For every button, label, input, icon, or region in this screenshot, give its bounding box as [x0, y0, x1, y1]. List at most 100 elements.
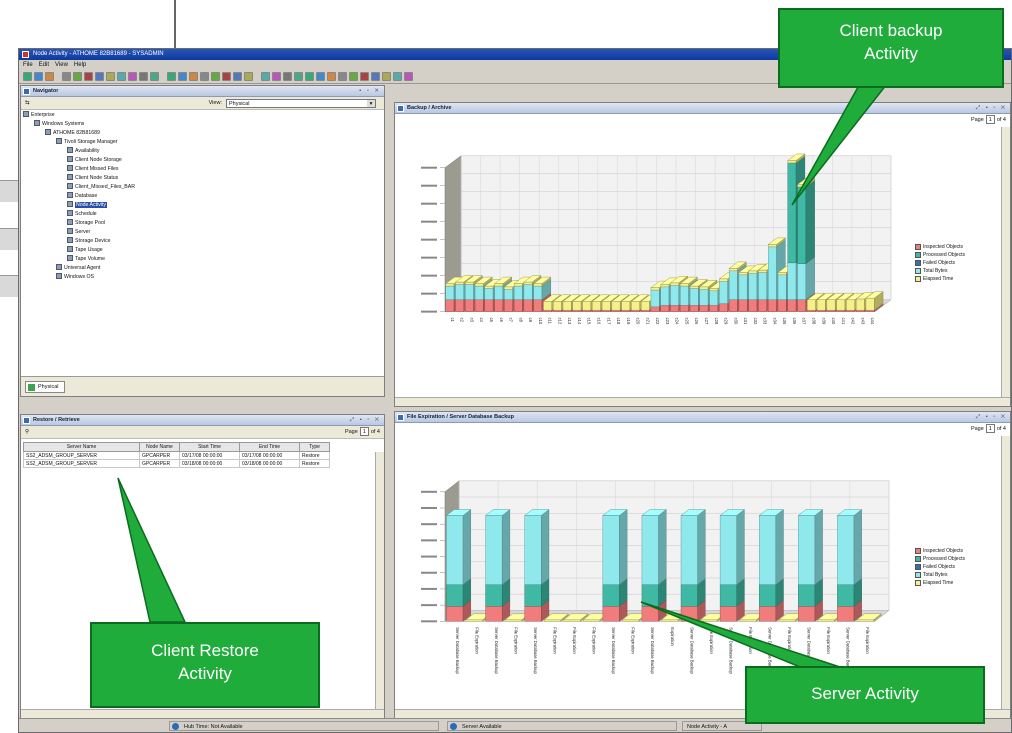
bar-segment	[797, 299, 807, 312]
bar-segment	[798, 515, 816, 585]
bg-strip	[0, 180, 18, 202]
server-callout-text: Server Activity	[811, 684, 919, 703]
column-header[interactable]: Start Time	[179, 442, 240, 452]
sync-icon[interactable]: ⇆	[25, 100, 30, 106]
tree-node[interactable]: Availability	[23, 147, 382, 156]
page-input[interactable]: 1	[985, 424, 995, 433]
pane-controls[interactable]: ▪ ▫ ✕	[359, 86, 381, 97]
toolbar-button[interactable]	[349, 72, 358, 81]
toolbar-button[interactable]	[189, 72, 198, 81]
navigator-header: Navigator ▪ ▫ ✕	[21, 86, 384, 97]
menu-file[interactable]: File	[23, 60, 33, 70]
horizontal-scrollbar[interactable]	[395, 397, 1010, 406]
tree-node-label: Windows OS	[64, 274, 94, 280]
bar-segment	[446, 515, 464, 585]
toolbar-button[interactable]	[62, 72, 71, 81]
vertical-scrollbar[interactable]	[1001, 127, 1010, 397]
category-label: Expiration	[670, 627, 675, 646]
table-cell: SS2_ADSM_GROUP_SERVER	[23, 451, 140, 460]
table-row[interactable]: SS2_ADSM_GROUP_SERVER GPCARPER 03/17/08 00…	[23, 451, 330, 460]
vertical-scrollbar[interactable]	[375, 452, 384, 709]
toolbar-button[interactable]	[244, 72, 253, 81]
menu-help[interactable]: Help	[74, 60, 86, 70]
toolbar-button[interactable]	[167, 72, 176, 81]
toolbar-button[interactable]	[327, 72, 336, 81]
vertical-scrollbar[interactable]	[1001, 436, 1010, 709]
toolbar-button[interactable]	[178, 72, 187, 81]
table-row[interactable]: SS2_ADSM_GROUP_SERVER GPCARPER 03/18/08 00…	[23, 459, 330, 468]
tree-node[interactable]: Storage Device	[23, 237, 382, 246]
tree-node[interactable]: Client Node Storage	[23, 156, 382, 165]
toolbar-button[interactable]	[338, 72, 347, 81]
bar-segment	[748, 273, 758, 300]
toolbar-button[interactable]	[200, 72, 209, 81]
tree-node[interactable]: Universal Agent	[23, 264, 382, 273]
toolbar-button[interactable]	[283, 72, 292, 81]
expiration-subbar: Page 1 of 4	[395, 423, 1010, 436]
toolbar-button[interactable]	[261, 72, 270, 81]
menu-view[interactable]: View	[55, 60, 68, 70]
toolbar-button[interactable]	[106, 72, 115, 81]
tick-label	[421, 620, 437, 623]
toolbar-button[interactable]	[393, 72, 402, 81]
tree-node[interactable]: Storage Pool	[23, 219, 382, 228]
tree-node[interactable]: Windows OS	[23, 273, 382, 282]
chevron-down-icon[interactable]: ▾	[366, 99, 375, 107]
tree-node[interactable]: Enterprise	[23, 111, 382, 120]
toolbar-button[interactable]	[23, 72, 32, 81]
tree-node[interactable]: Schedule	[23, 210, 382, 219]
page-input[interactable]: 1	[985, 115, 995, 124]
toolbar-button[interactable]	[305, 72, 314, 81]
toolbar-button[interactable]	[371, 72, 380, 81]
legend-swatch	[915, 252, 921, 258]
toolbar-button[interactable]	[360, 72, 369, 81]
table-cell: 03/17/08 00:00:00	[179, 451, 240, 460]
view-select[interactable]: Physical ▾	[225, 98, 376, 108]
filter-icon[interactable]: ⚲	[25, 429, 29, 435]
toolbar-button[interactable]	[404, 72, 413, 81]
pane-controls[interactable]: ⤢ ▪ ▫ ✕	[350, 415, 381, 426]
toolbar-button[interactable]	[382, 72, 391, 81]
pane-controls[interactable]: ⤢ ▪ ▫ ✕	[976, 412, 1007, 423]
toolbar-button[interactable]	[233, 72, 242, 81]
toolbar-button[interactable]	[139, 72, 148, 81]
tab-physical[interactable]: Physical	[25, 381, 66, 393]
toolbar-button[interactable]	[150, 72, 159, 81]
tree-node[interactable]: ATHOME 82B81689	[23, 129, 382, 138]
tree-node[interactable]: Client Missed Files	[23, 165, 382, 174]
physical-icon	[28, 384, 35, 391]
toolbar-button[interactable]	[95, 72, 104, 81]
toolbar-button[interactable]	[73, 72, 82, 81]
tree-node[interactable]: Windows Systems	[23, 120, 382, 129]
toolbar-button[interactable]	[117, 72, 126, 81]
toolbar-button[interactable]	[294, 72, 303, 81]
category-label: c5	[489, 318, 494, 323]
bar-segment	[474, 283, 484, 287]
toolbar-button[interactable]	[211, 72, 220, 81]
horizontal-scrollbar[interactable]	[21, 709, 384, 718]
toolbar-button[interactable]	[128, 72, 137, 81]
bar-segment	[641, 515, 659, 585]
tree-node[interactable]: Database	[23, 192, 382, 201]
pane-controls[interactable]: ⤢ ▪ ▫ ✕	[976, 103, 1007, 114]
column-header[interactable]: Node Name	[139, 442, 180, 452]
menu-edit[interactable]: Edit	[39, 60, 49, 70]
toolbar-button[interactable]	[84, 72, 93, 81]
toolbar-button[interactable]	[45, 72, 54, 81]
bar-segment	[660, 305, 670, 312]
toolbar-button[interactable]	[316, 72, 325, 81]
toolbar-button[interactable]	[222, 72, 231, 81]
tree-node[interactable]: Tape Volume	[23, 255, 382, 264]
toolbar-button[interactable]	[272, 72, 281, 81]
tree-node[interactable]: Tivoli Storage Manager	[23, 138, 382, 147]
tree-node[interactable]: Client Node Status	[23, 174, 382, 183]
toolbar-button[interactable]	[34, 72, 43, 81]
tree-node[interactable]: Node Activity	[23, 201, 382, 210]
tree-node[interactable]: Server	[23, 228, 382, 237]
tree-node[interactable]: Client_Missed_Files_BAR	[23, 183, 382, 192]
column-header[interactable]: Server Name	[23, 442, 140, 452]
column-header[interactable]: Type	[299, 442, 330, 452]
column-header[interactable]: End Time	[239, 442, 300, 452]
tree-node[interactable]: Tape Usage	[23, 246, 382, 255]
page-input[interactable]: 1	[359, 427, 369, 436]
